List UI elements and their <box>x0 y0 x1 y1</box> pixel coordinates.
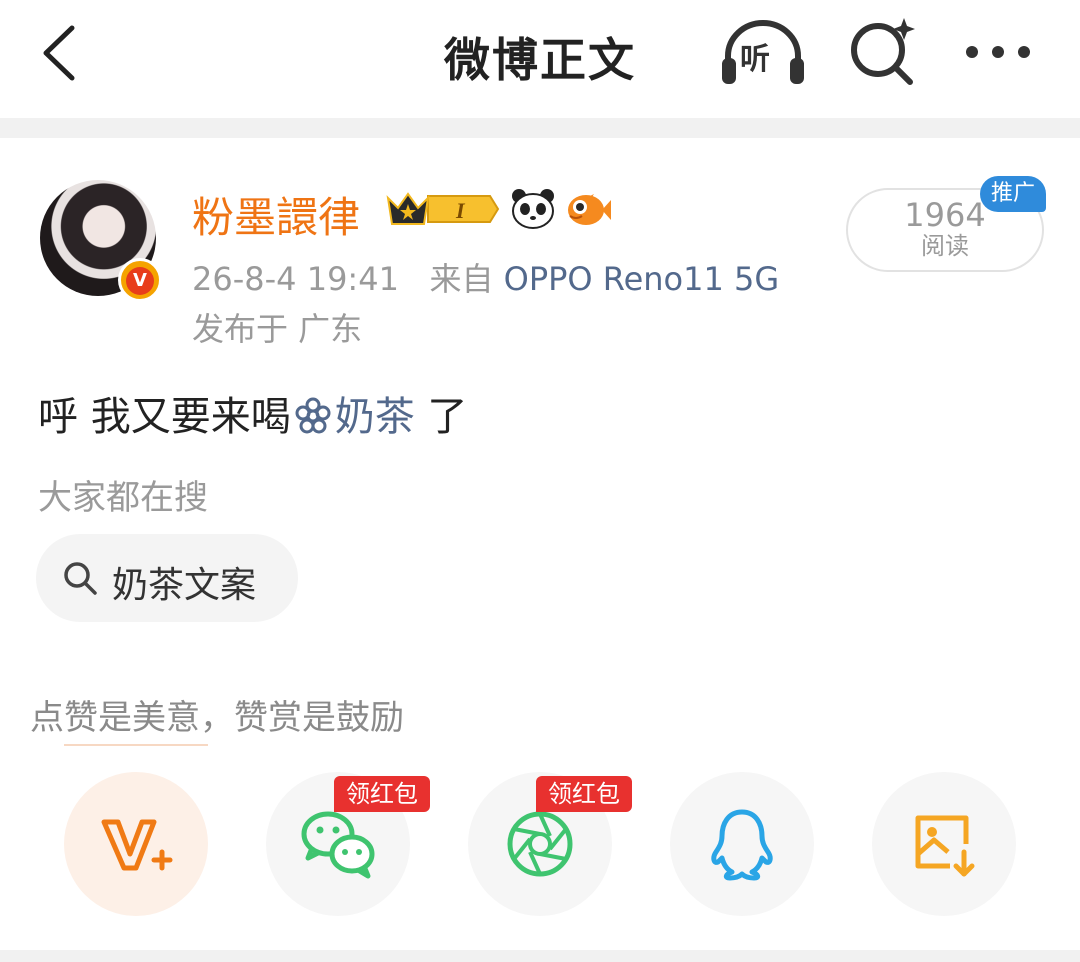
red-packet-tag: 领红包 <box>536 776 632 812</box>
more-options-button[interactable] <box>958 24 1038 80</box>
source-prefix: 来自 <box>429 260 494 298</box>
vip-crown-badge-icon[interactable]: I <box>384 188 500 230</box>
topic-flower-icon <box>295 397 331 434</box>
verified-badge-icon: V <box>118 258 162 302</box>
source-device-link[interactable]: OPPO Reno11 5G <box>504 260 780 298</box>
post-text: 呼 我又要来喝 奶茶 了 <box>38 384 467 442</box>
moments-aperture-icon <box>507 811 573 877</box>
post-text-after: 了 <box>414 394 468 440</box>
search-sparkle-icon <box>851 18 915 85</box>
promote-button[interactable]: 推广 <box>980 176 1046 212</box>
username[interactable]: 粉墨譞律 <box>192 184 360 245</box>
reward-pointer <box>64 744 208 746</box>
post-time: 26-8-4 19:41 <box>192 260 399 298</box>
reward-hint: 点赞是美意，赞赏是鼓励 <box>30 698 404 738</box>
search-button[interactable] <box>846 14 920 88</box>
reward-button[interactable] <box>64 772 208 916</box>
listen-label: 听 <box>740 42 770 77</box>
red-packet-tag: 领红包 <box>334 776 430 812</box>
svg-text:I: I <box>455 198 466 223</box>
vplus-reward-icon <box>101 819 173 871</box>
image-download-icon <box>915 815 975 877</box>
hot-search-chip-label: 奶茶文案 <box>112 565 257 606</box>
wechat-icon <box>301 811 375 879</box>
panda-badge-icon[interactable] <box>510 186 556 230</box>
search-icon <box>64 562 97 595</box>
more-dots-icon <box>966 46 1030 58</box>
share-qq-button[interactable] <box>670 772 814 916</box>
post-text-before: 呼 我又要来喝 <box>38 394 291 440</box>
post-meta: 26-8-4 19:41 来自 OPPO Reno11 5G <box>192 254 779 300</box>
topic-link[interactable]: 奶茶 <box>335 394 415 440</box>
read-count-label: 阅读 <box>921 232 969 260</box>
qq-penguin-icon <box>711 809 773 881</box>
header-divider <box>0 118 1080 138</box>
top-bar: 微博正文 听 <box>0 0 1080 118</box>
post-location: 发布于 广东 <box>192 310 363 348</box>
save-image-button[interactable] <box>872 772 1016 916</box>
bottom-divider <box>0 950 1080 962</box>
fish-badge-icon[interactable] <box>564 186 612 230</box>
listen-button[interactable]: 听 <box>718 16 808 90</box>
hot-search-title: 大家都在搜 <box>38 478 208 518</box>
hot-search-chip[interactable]: 奶茶文案 <box>36 534 298 622</box>
